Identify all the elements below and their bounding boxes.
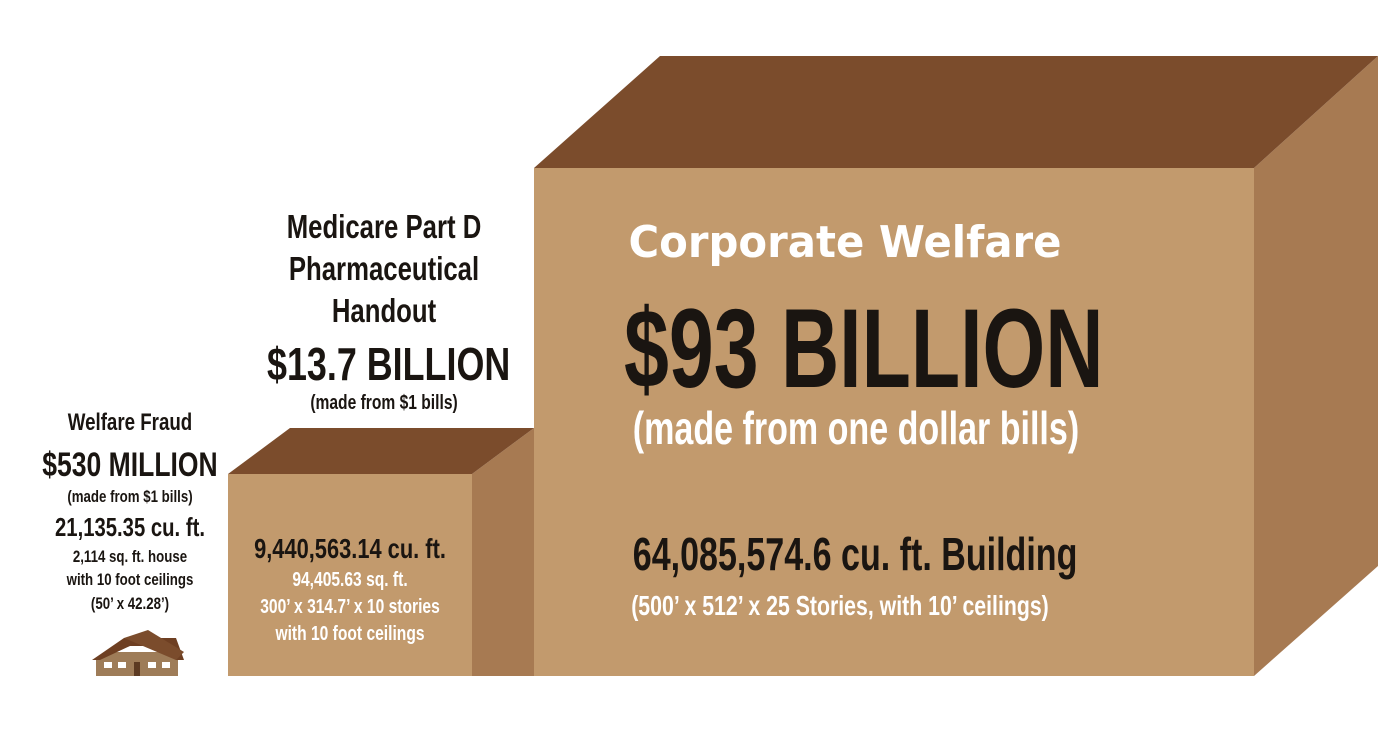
welfare-fraud-detail-3: (50’ x 42.28’) bbox=[90, 594, 170, 613]
medicare-detail-1: 94,405.63 sq. ft. bbox=[292, 569, 408, 591]
cube-comparison-diagram: Welfare Fraud $530 MILLION (made from $1… bbox=[0, 0, 1400, 732]
welfare-fraud-detail-1: 2,114 sq. ft. house bbox=[72, 547, 188, 566]
medicare-title-line-3: Handout bbox=[331, 292, 437, 329]
medicare-detail-2: 300’ x 314.7’ x 10 stories bbox=[260, 596, 440, 618]
corporate-note: (made from one dollar bills) bbox=[632, 402, 1080, 454]
welfare-fraud-volume: 21,135.35 cu. ft. bbox=[55, 512, 205, 542]
large-cube-top bbox=[534, 56, 1378, 168]
welfare-fraud-title: Welfare Fraud bbox=[67, 409, 193, 436]
corporate-amount: $93 BILLION bbox=[624, 286, 1104, 411]
welfare-fraud-detail-2: with 10 foot ceilings bbox=[66, 570, 194, 589]
corporate-volume: 64,085,574.6 cu. ft. Building bbox=[632, 528, 1078, 580]
medicare-volume: 9,440,563.14 cu. ft. bbox=[254, 533, 446, 564]
house-icon bbox=[92, 630, 184, 676]
welfare-fraud-amount: $530 MILLION bbox=[42, 446, 218, 484]
medicare-title-line-2: Pharmaceutical bbox=[288, 250, 480, 287]
corporate-detail: (500’ x 512’ x 25 Stories, with 10’ ceil… bbox=[631, 590, 1049, 621]
medicare-detail-3: with 10 foot ceilings bbox=[275, 623, 425, 645]
medicare-amount: $13.7 BILLION bbox=[267, 338, 511, 390]
welfare-fraud-note: (made from $1 bills) bbox=[67, 487, 193, 506]
medicare-title-line-1: Medicare Part D bbox=[286, 208, 482, 245]
corporate-title: Corporate Welfare bbox=[628, 217, 1062, 268]
medicare-note: (made from $1 bills) bbox=[310, 392, 458, 414]
